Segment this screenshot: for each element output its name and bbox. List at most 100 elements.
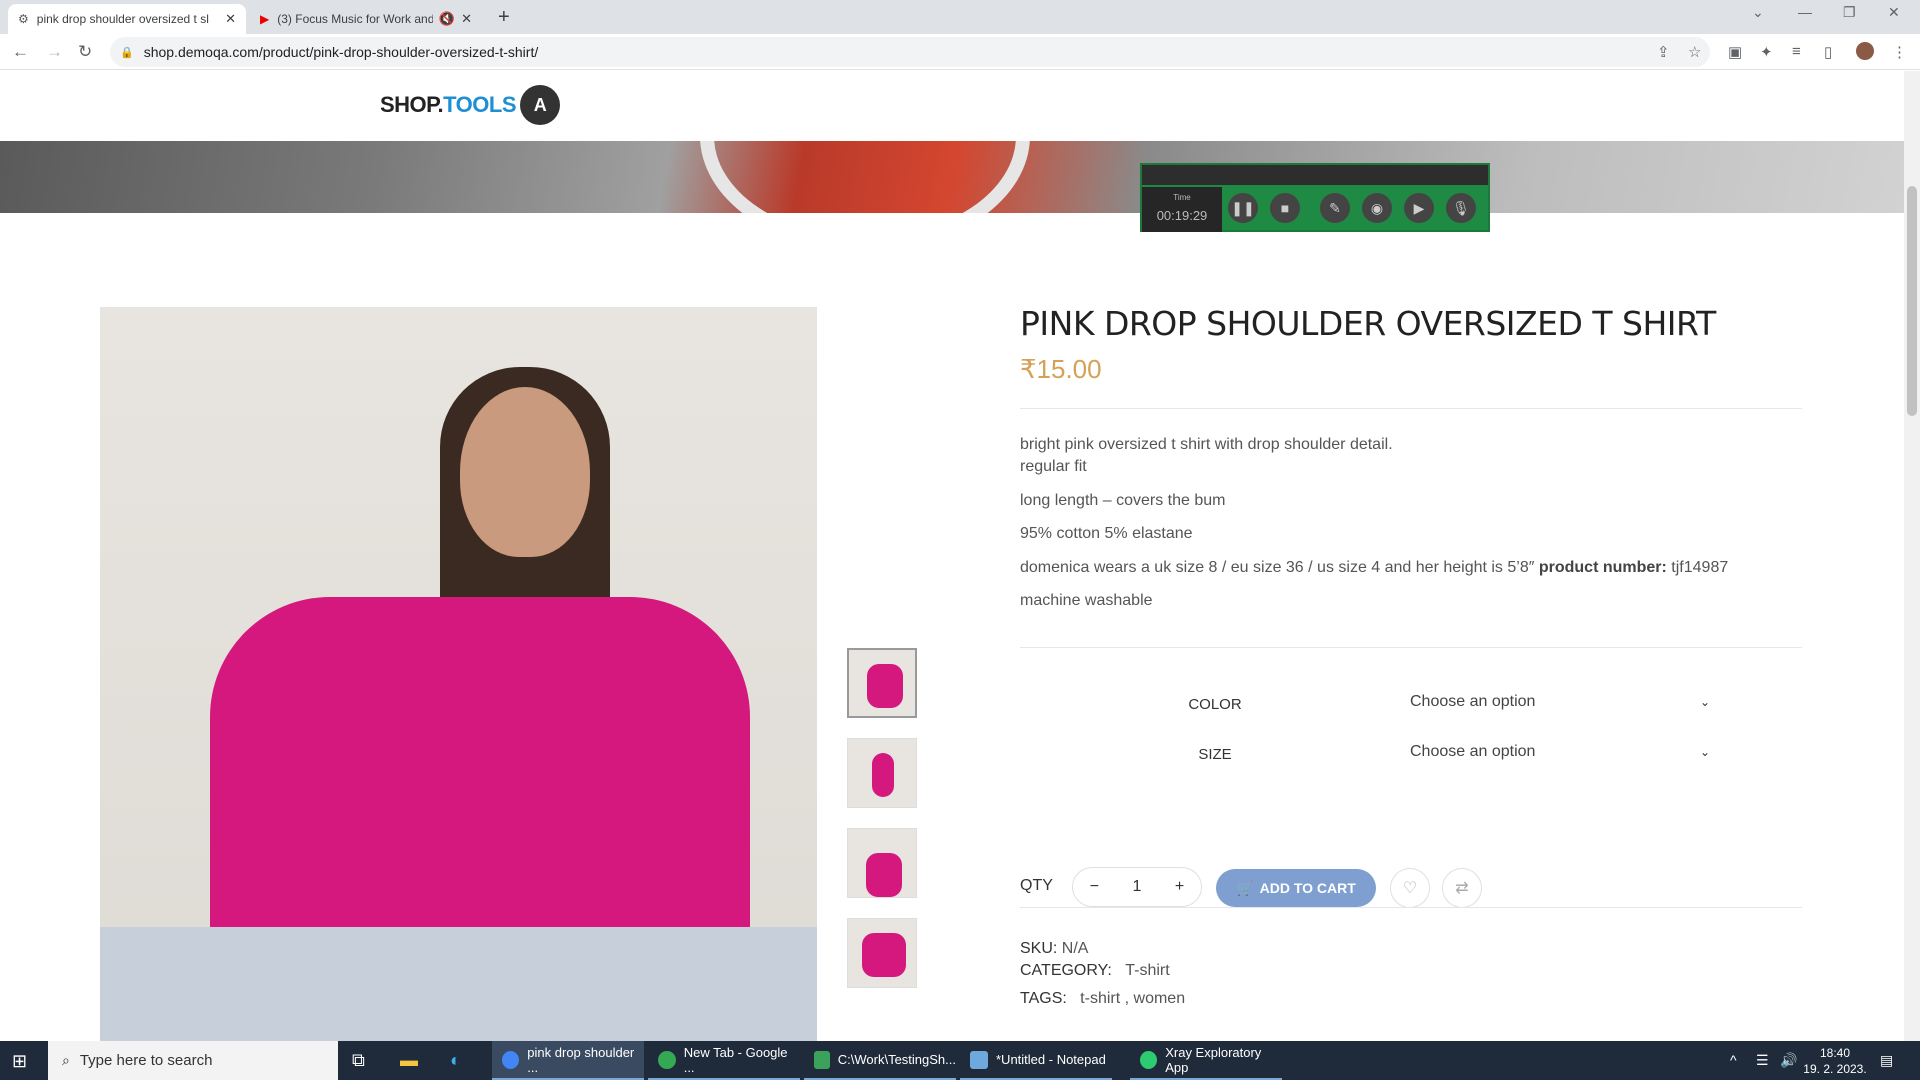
logo-text-shop: SHOP. [380, 92, 444, 117]
hero-banner [0, 141, 1904, 213]
bookmark-star-icon[interactable]: ☆ [1688, 43, 1701, 61]
microphone-icon[interactable]: 🎙 [1446, 193, 1476, 223]
product-thumbnail[interactable] [847, 648, 917, 718]
clock-date: 19. 2. 2023. [1803, 1062, 1867, 1076]
color-select[interactable]: Choose an option ⌄ [1410, 687, 1710, 717]
extension-icon[interactable]: ▣ [1728, 43, 1742, 61]
volume-icon[interactable]: 🔊 [1780, 1052, 1797, 1069]
show-hidden-icons-chevron[interactable]: ^ [1730, 1052, 1737, 1068]
description-line: domenica wears a uk size 8 / eu size 36 … [1020, 559, 1728, 577]
size-select-value: Choose an option [1410, 743, 1536, 760]
size-select[interactable]: Choose an option ⌄ [1410, 737, 1710, 767]
tab-focus-music[interactable]: ▶ (3) Focus Music for Work and 🔇 ✕ [250, 4, 482, 34]
add-to-cart-label: ADD TO CART [1259, 880, 1356, 896]
color-label: COLOR [1188, 696, 1242, 713]
qty-plus-button[interactable]: + [1175, 878, 1184, 896]
close-icon[interactable]: ✕ [461, 11, 472, 27]
reload-button[interactable]: ↻ [78, 42, 92, 62]
recorder-timer: Time 00:19:29 [1142, 187, 1222, 232]
taskbar-clock[interactable]: 18:40 19. 2. 2023. [1800, 1045, 1870, 1077]
timer-value: 00:19:29 [1156, 208, 1208, 223]
description-line: regular fit [1020, 458, 1087, 475]
camera-icon[interactable]: ◉ [1362, 193, 1392, 223]
tab-title: pink drop shoulder oversized t sl [36, 12, 209, 26]
taskbar-app-excel[interactable]: C:\Work\TestingSh... [804, 1041, 956, 1080]
back-button[interactable]: ← [12, 42, 29, 62]
page-viewport: SHOP. TOOLS A PINK DROP SHOULDER OVERSIZ… [0, 71, 1904, 1041]
compare-icon[interactable]: ⇄ [1442, 868, 1482, 908]
logo-text-tools: TOOLS [443, 92, 517, 117]
windows-start-icon[interactable]: ⊞ [12, 1051, 27, 1072]
divider [1020, 907, 1802, 908]
tab-pink-drop-shoulder[interactable]: ⚙ pink drop shoulder oversized t sl ✕ [8, 4, 246, 34]
description-line: long length – covers the bum [1020, 492, 1226, 509]
cart-icon: 🛒 [1236, 879, 1254, 896]
taskbar-app-chrome[interactable]: pink drop shoulder ... [492, 1041, 644, 1080]
video-icon[interactable]: ▶ [1404, 193, 1434, 223]
product-title: PINK DROP SHOULDER OVERSIZED T SHIRT [1020, 304, 1716, 343]
category-row: CATEGORY: T-shirt [1020, 962, 1170, 980]
taskbar-app-label: *Untitled - Notepad [996, 1052, 1106, 1067]
mute-icon[interactable]: 🔇 [439, 11, 455, 27]
add-to-cart-button[interactable]: 🛒 ADD TO CART [1216, 869, 1376, 907]
stop-button[interactable]: ■ [1270, 193, 1300, 223]
profile-avatar[interactable] [1856, 42, 1874, 60]
wishlist-heart-icon[interactable]: ♡ [1390, 868, 1430, 908]
task-view-icon[interactable]: ⧉ [352, 1050, 365, 1071]
product-thumbnail[interactable] [847, 738, 917, 808]
taskbar-app-xray[interactable]: Xray Exploratory App [1130, 1041, 1282, 1080]
category-link[interactable]: T-shirt [1125, 962, 1169, 979]
tab-title: (3) Focus Music for Work and [277, 12, 433, 26]
minimize-button[interactable]: — [1798, 4, 1812, 20]
close-icon[interactable]: ✕ [225, 11, 236, 27]
address-toolbar: ← → ↻ 🔒 shop.demoqa.com/product/pink-dro… [0, 34, 1920, 70]
pause-button[interactable]: ❚❚ [1228, 193, 1258, 223]
network-icon[interactable]: ☰ [1756, 1052, 1769, 1069]
edge-icon[interactable]: ◐ [450, 1050, 461, 1071]
product-main-image[interactable] [100, 307, 817, 1041]
taskbar-app-label: New Tab - Google ... [683, 1044, 788, 1075]
side-panel-icon[interactable]: ▯ [1824, 43, 1832, 61]
page-scrollbar[interactable] [1904, 71, 1920, 1041]
url-bar[interactable]: 🔒 shop.demoqa.com/product/pink-drop-shou… [110, 37, 1710, 67]
color-select-value: Choose an option [1410, 693, 1536, 710]
site-logo[interactable]: SHOP. TOOLS A [380, 85, 561, 125]
taskbar-search-box[interactable]: ⌕ Type here to search [48, 1041, 338, 1080]
media-control-icon[interactable]: ≡ [1792, 43, 1801, 60]
menu-kebab-icon[interactable]: ⋮ [1892, 43, 1907, 61]
taskbar-app-chrome-newtab[interactable]: New Tab - Google ... [648, 1041, 800, 1080]
browser-tab-strip: ⚙ pink drop shoulder oversized t sl ✕ ▶ … [0, 0, 1920, 34]
close-window-button[interactable]: ✕ [1888, 4, 1900, 21]
qty-minus-button[interactable]: − [1090, 878, 1099, 896]
taskbar-search-placeholder: Type here to search [79, 1052, 213, 1069]
restore-button[interactable]: ❐ [1843, 4, 1856, 21]
xray-icon [1140, 1050, 1158, 1069]
tags-links[interactable]: t-shirt , women [1080, 990, 1185, 1007]
description-line: bright pink oversized t shirt with drop … [1020, 436, 1393, 453]
qty-input[interactable]: 1 [1133, 878, 1142, 896]
product-number-value: tjf14987 [1671, 559, 1729, 576]
taskbar-app-label: Xray Exploratory App [1165, 1044, 1262, 1075]
puzzle-icon[interactable]: ✦ [1760, 43, 1773, 61]
file-explorer-icon[interactable]: ▬ [400, 1050, 418, 1071]
banner-arc-decoration [700, 141, 1030, 213]
scrollbar-thumb[interactable] [1907, 186, 1917, 416]
notification-icon[interactable]: ▤ [1880, 1052, 1893, 1069]
windows-taskbar: ⊞ ⌕ Type here to search ⧉ ▬ ◐ pink drop … [0, 1041, 1920, 1080]
product-thumbnail[interactable] [847, 828, 917, 898]
new-tab-button[interactable]: + [498, 6, 510, 29]
image-jeans [100, 927, 817, 1041]
chevron-down-icon: ⌄ [1699, 695, 1710, 709]
product-thumbnail[interactable] [847, 918, 917, 988]
tab-search-chevron-icon[interactable]: ⌄ [1752, 4, 1764, 21]
share-icon[interactable]: ⇪ [1657, 43, 1670, 61]
taskbar-app-notepad[interactable]: *Untitled - Notepad [960, 1041, 1112, 1080]
site-favicon-icon: ⚙ [18, 12, 29, 26]
description-line: 95% cotton 5% elastane [1020, 525, 1193, 542]
pencil-icon[interactable]: ✎ [1320, 193, 1350, 223]
screen-recorder-widget: Time 00:19:29 ❚❚ ■ ✎ ◉ ▶ 🎙 [1140, 163, 1490, 232]
gear-logo-icon: A [520, 85, 561, 125]
youtube-icon: ▶ [260, 12, 270, 26]
forward-button[interactable]: → [46, 42, 63, 62]
site-header: SHOP. TOOLS A [0, 71, 1904, 141]
